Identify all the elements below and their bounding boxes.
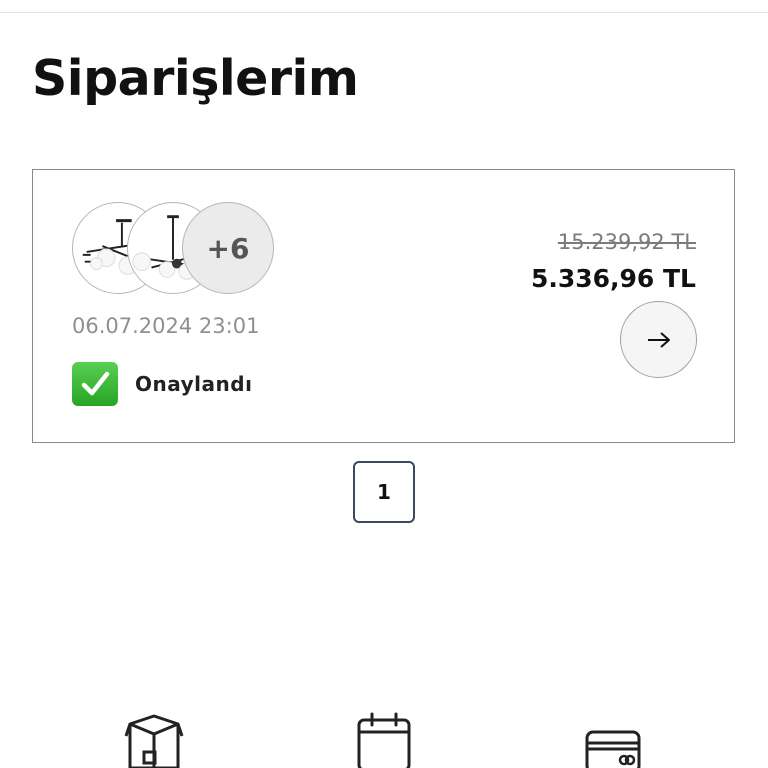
top-divider [0,12,768,13]
order-status: Onaylandı [72,362,252,406]
check-icon [72,362,118,406]
order-price: 5.336,96 TL [530,264,696,293]
calendar-icon[interactable] [354,712,414,768]
status-label: Onaylandı [135,372,253,396]
card-icon[interactable] [583,712,643,768]
more-items-badge: +6 [182,202,274,294]
box-icon[interactable] [124,712,184,768]
pagination-page-1[interactable]: 1 [353,461,415,523]
arrow-right-icon [647,331,670,348]
order-date: 06.07.2024 23:01 [72,314,260,338]
old-price: 15.239,92 TL [557,230,696,254]
order-card[interactable]: +6 06.07.2024 23:01 Onaylandı 15.239,92 … [32,169,735,443]
page-title: Siparişlerim [32,50,359,107]
order-detail-button[interactable] [620,301,697,378]
